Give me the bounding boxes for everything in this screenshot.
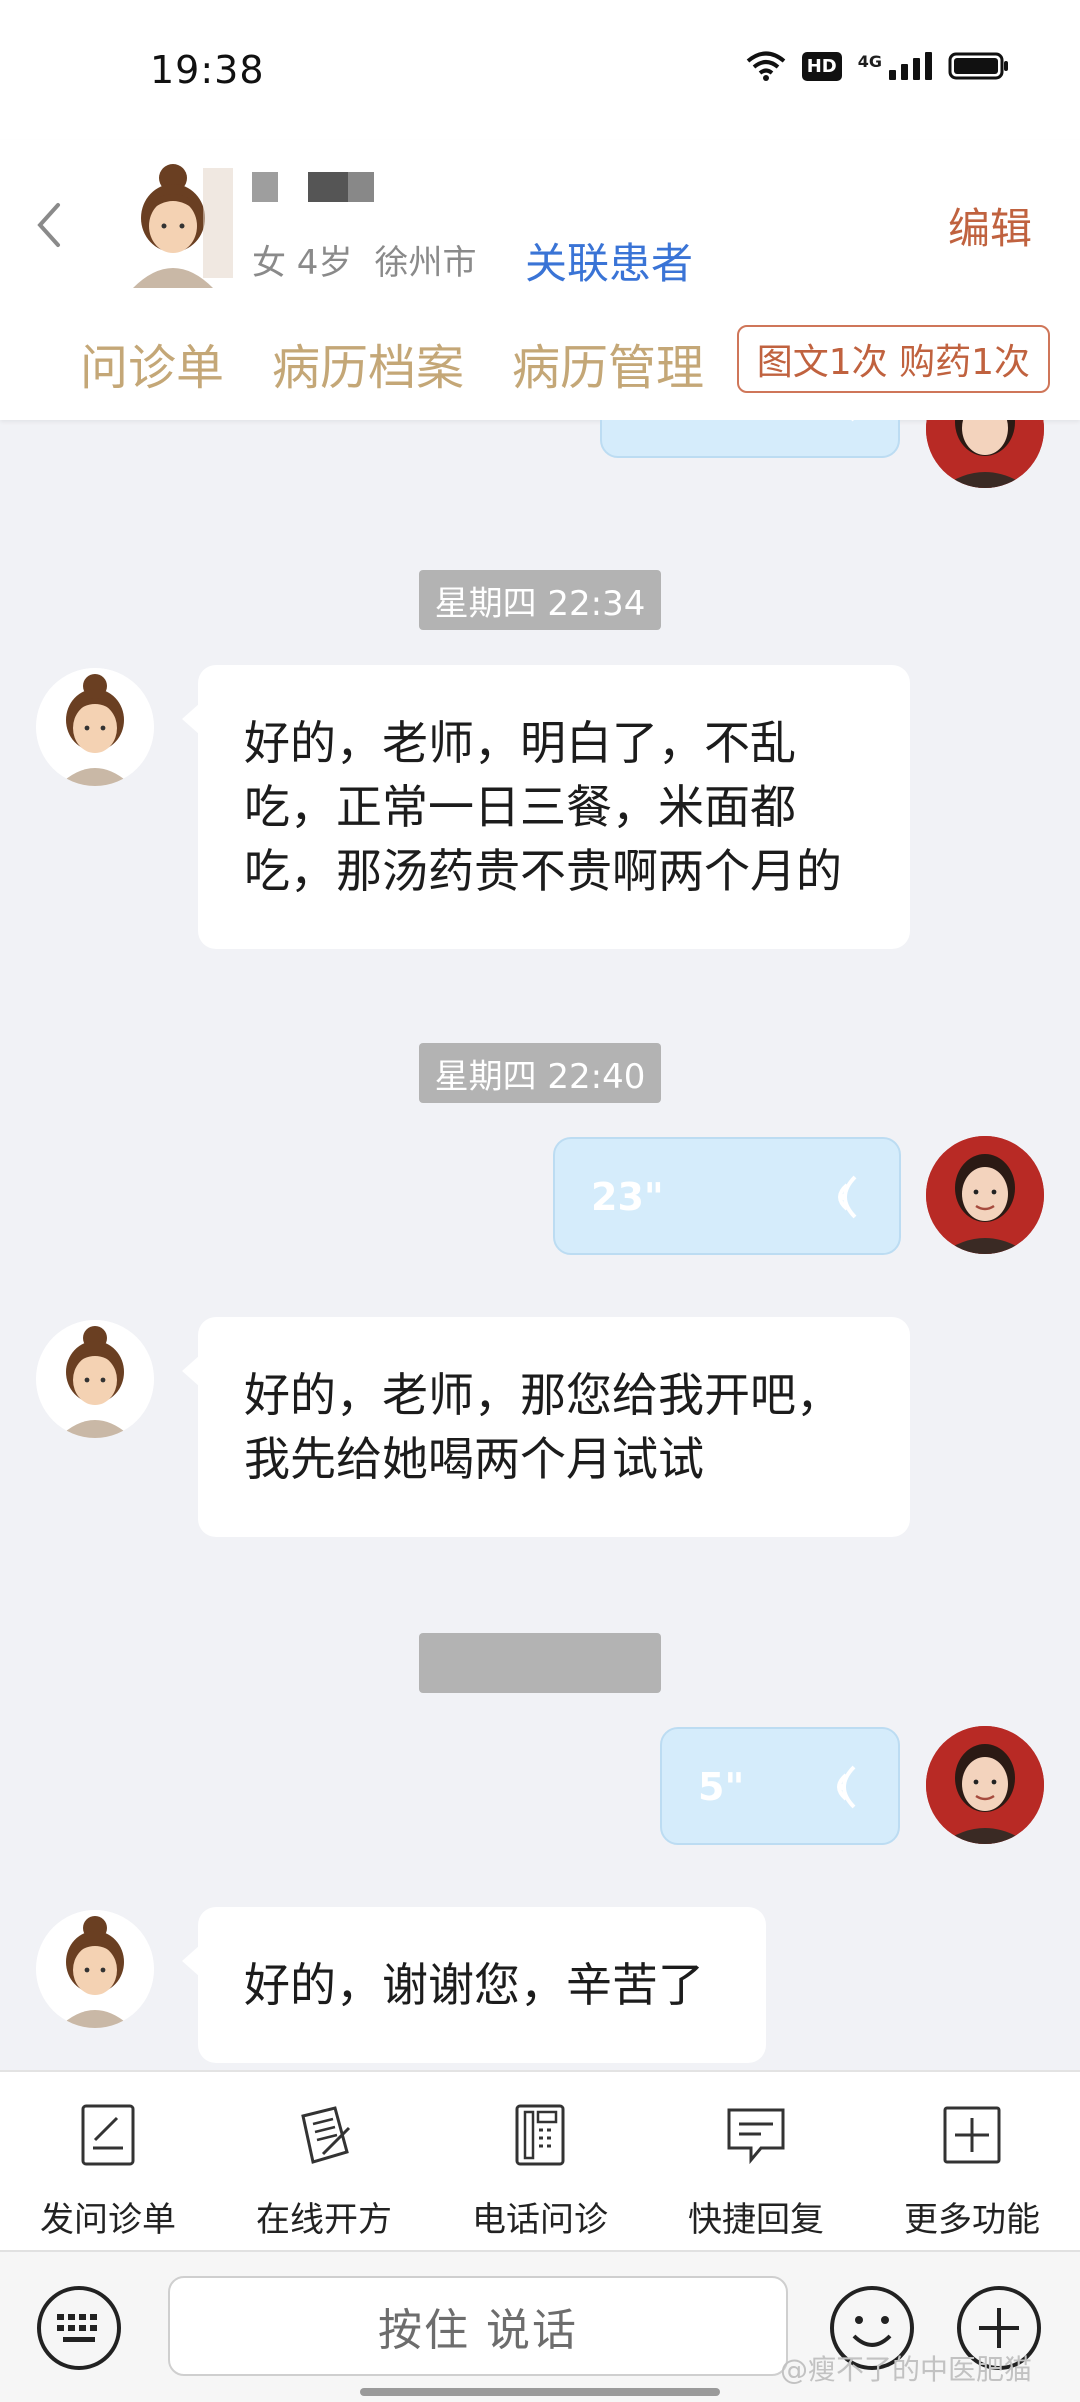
voice-wave-icon <box>851 420 854 422</box>
message-line: 我先给她喝两个月试试 <box>244 1432 704 1486</box>
service-quota-badge[interactable]: 图文1次 购药1次 <box>736 325 1050 393</box>
online-prescription-button[interactable]: 在线开方 <box>216 2100 432 2241</box>
input-bar: 按住 说话 @瘦不了的中医肥猫 <box>0 2250 1080 2402</box>
voice-wave-icon <box>837 1765 856 1809</box>
quick-reply-button[interactable]: 快捷回复 <box>648 2100 864 2241</box>
patient-avatar[interactable] <box>36 668 154 786</box>
record-tabs: 问诊单 病历档案 病历管理 <box>80 328 704 398</box>
phone-icon <box>515 2104 565 2166</box>
patient-meta: 女 4岁 徐州市 <box>252 235 476 284</box>
message-bubble[interactable]: 好的，老师，明白了，不乱 吃，正常一日三餐，米面都 吃，那汤药贵不贵啊两个月的 <box>182 665 910 949</box>
tab-medical-archive[interactable]: 病历档案 <box>272 328 464 398</box>
voice-message[interactable]: 23" <box>553 1137 901 1255</box>
voice-duration: 23" <box>591 1175 664 1219</box>
patient-avatar[interactable] <box>108 160 238 290</box>
function-label: 发问诊单 <box>40 2200 176 2240</box>
function-label: 在线开方 <box>256 2200 392 2240</box>
voice-message[interactable] <box>600 420 900 458</box>
message-line: 好的，老师，明白了，不乱 <box>244 716 796 770</box>
status-bar: 19:38 HD 4G <box>0 0 1080 140</box>
patient-header: 女 4岁 徐州市 关联患者 编辑 问诊单 病历档案 病历管理 图文1次 购药1次 <box>0 140 1080 420</box>
more-functions-icon <box>943 2106 1001 2164</box>
hd-badge: HD <box>801 51 842 81</box>
message-line: 吃，那汤药贵不贵啊两个月的 <box>244 844 842 898</box>
network-type-label: 4G <box>857 52 882 71</box>
message-bubble[interactable]: 好的，老师，那您给我开吧， 我先给她喝两个月试试 <box>182 1317 910 1537</box>
message-line: 好的，谢谢您，辛苦了 <box>244 1958 704 2012</box>
watermark: @瘦不了的中医肥猫 <box>779 2353 1032 2386</box>
wifi-icon <box>746 51 785 81</box>
timestamp-pill: 星期四 22:34 <box>419 570 661 630</box>
signal-icon: 4G <box>858 52 932 80</box>
voice-message[interactable]: 5" <box>660 1727 900 1845</box>
patient-avatar[interactable] <box>36 1320 154 1438</box>
prescription-icon <box>301 2106 351 2164</box>
patient-sex-age: 女 4岁 <box>252 243 353 283</box>
function-label: 电话问诊 <box>472 2200 608 2240</box>
doctor-avatar[interactable] <box>926 1726 1044 1844</box>
send-inquiry-form-button[interactable]: 发问诊单 <box>0 2100 216 2241</box>
tab-inquiry-form[interactable]: 问诊单 <box>80 328 224 398</box>
message-line: 好的，老师，那您给我开吧， <box>244 1368 842 1422</box>
hold-to-talk-button[interactable]: 按住 说话 <box>168 2276 788 2376</box>
inquiry-form-icon <box>81 2104 135 2166</box>
patient-city: 徐州市 <box>374 243 477 283</box>
doctor-avatar[interactable] <box>926 420 1044 488</box>
message-bubble[interactable]: 好的，谢谢您，辛苦了 <box>182 1907 766 2063</box>
function-label: 快捷回复 <box>688 2200 824 2240</box>
quick-reply-icon <box>727 2108 785 2165</box>
timestamp-pill: 星期四 22:40 <box>419 1043 661 1103</box>
keyboard-icon[interactable] <box>35 2284 123 2372</box>
battery-icon <box>948 52 1008 80</box>
voice-duration: 5" <box>698 1765 745 1809</box>
timestamp-pill <box>419 1633 661 1693</box>
doctor-avatar[interactable] <box>926 1136 1044 1254</box>
home-indicator[interactable] <box>360 2388 720 2396</box>
function-label: 更多功能 <box>904 2200 1040 2240</box>
status-time: 19:38 <box>150 48 265 92</box>
patient-avatar[interactable] <box>36 1910 154 2028</box>
edit-button[interactable]: 编辑 <box>948 195 1032 256</box>
phone-consultation-button[interactable]: 电话问诊 <box>432 2100 648 2241</box>
chat-area[interactable]: 星期四 22:34 好的，老师，明白了，不乱 吃，正常一日三餐，米面都 吃，那汤… <box>0 420 1080 2070</box>
link-patient-button[interactable]: 关联患者 <box>525 230 693 291</box>
function-bar: 发问诊单 在线开方 电话问诊 快捷回复 更多功能 <box>0 2070 1080 2252</box>
status-icons: HD 4G <box>746 50 1010 82</box>
back-arrow-icon[interactable] <box>30 195 70 255</box>
message-line: 吃，正常一日三餐，米面都 <box>244 780 796 834</box>
patient-name-masked <box>252 170 382 204</box>
tab-record-management[interactable]: 病历管理 <box>512 328 704 398</box>
voice-wave-icon <box>838 1175 857 1219</box>
more-functions-button[interactable]: 更多功能 <box>864 2100 1080 2241</box>
